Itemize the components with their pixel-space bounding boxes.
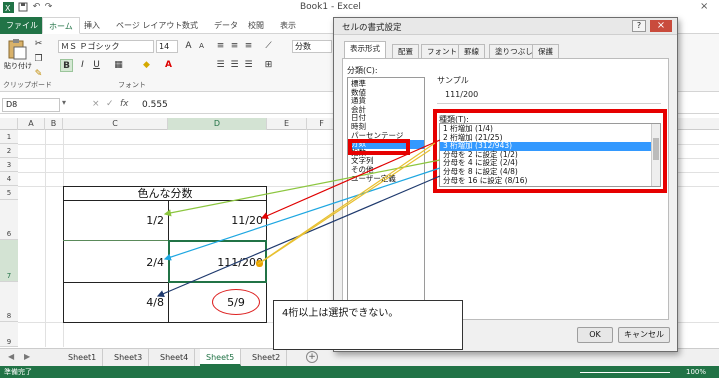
arrow-red [260, 139, 441, 219]
excel-window: X ↶ ↷ Book1 - Excel × ファイル ホーム 挿入 ページ レイ… [0, 0, 719, 378]
arrow-yellow [259, 149, 431, 264]
arrow-cyan [163, 167, 441, 261]
callout-note: 4桁以上は選択できない。 [273, 300, 463, 350]
arrow-yellow [257, 142, 436, 265]
